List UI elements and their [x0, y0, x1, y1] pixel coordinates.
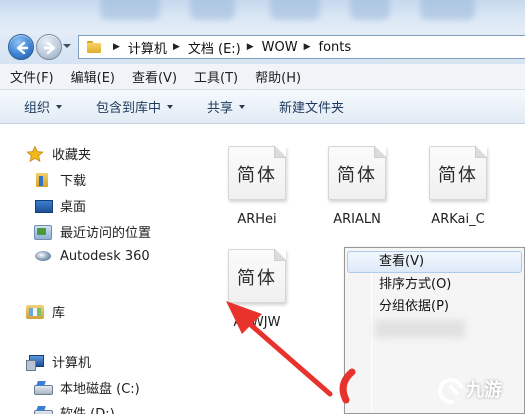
folder-icon: [87, 41, 101, 53]
watermark: 九游: [436, 374, 502, 404]
font-preview-glyph: 简体: [237, 268, 277, 289]
include-in-library-label: 包含到库中: [96, 101, 162, 116]
nav-local-disk-c-label: 本地磁盘 (C:): [60, 382, 140, 397]
window-title-strip: [0, 0, 525, 30]
address-bar[interactable]: ▶ 计算机 ▶ 文档 (E:) ▶ WOW ▶ fonts: [78, 35, 525, 59]
context-menu-blurred-item: [375, 320, 465, 338]
new-folder-button[interactable]: 新建文件夹: [279, 97, 344, 116]
back-button[interactable]: [8, 34, 34, 60]
menu-file[interactable]: 文件(F): [10, 67, 54, 86]
address-row: ▶ 计算机 ▶ 文档 (E:) ▶ WOW ▶ fonts: [0, 30, 525, 64]
context-menu-view[interactable]: 查看(V): [347, 251, 522, 273]
drive-icon: [34, 380, 53, 396]
breadcrumb-wow[interactable]: WOW: [262, 40, 298, 55]
page-fold-icon: [374, 146, 386, 158]
file-name: ARWJW: [233, 315, 281, 330]
font-preview-glyph: 简体: [438, 165, 478, 186]
desktop-icon: [34, 198, 53, 214]
file-name: ARKai_C: [431, 212, 485, 227]
chevron-down-icon: [56, 104, 63, 109]
nav-computer-label: 计算机: [52, 356, 92, 371]
recent-pages-dropdown[interactable]: [63, 44, 71, 48]
star-icon: [26, 145, 44, 162]
arrow-right-icon: [43, 41, 56, 55]
menu-tools[interactable]: 工具(T): [194, 67, 238, 86]
chevron-right-icon[interactable]: ▶: [113, 42, 120, 52]
font-preview-glyph: 简体: [237, 165, 277, 186]
breadcrumb-fonts[interactable]: fonts: [319, 40, 352, 55]
menu-edit[interactable]: 编辑(E): [71, 67, 115, 86]
navigation-pane: 收藏夹 下载 桌面 最近访问的位置 Autodesk 360 库 计算机 本地磁…: [0, 124, 190, 414]
nav-recent-places[interactable]: 最近访问的位置: [34, 222, 151, 241]
arrow-left-icon: [16, 41, 29, 55]
nav-autodesk-360[interactable]: Autodesk 360: [34, 248, 150, 264]
forward-button[interactable]: [36, 34, 62, 60]
file-item[interactable]: 简体 ARIALN: [307, 146, 407, 227]
font-file-icon: 简体: [429, 146, 487, 200]
nav-software-disk-d-label: 软件 (D:): [60, 403, 115, 414]
watermark-logo-icon: [436, 376, 462, 402]
nav-downloads[interactable]: 下载: [34, 170, 86, 189]
recent-places-icon: [34, 224, 52, 240]
page-fold-icon: [274, 146, 286, 158]
nav-libraries[interactable]: 库: [26, 302, 65, 321]
chevron-down-icon: [167, 104, 174, 109]
page-fold-icon: [274, 249, 286, 261]
new-folder-label: 新建文件夹: [279, 101, 345, 116]
share-button[interactable]: 共享: [207, 97, 246, 116]
nav-favorites-label: 收藏夹: [52, 148, 92, 163]
file-name: ARHei: [237, 212, 277, 227]
include-in-library-button[interactable]: 包含到库中: [96, 97, 174, 116]
nav-recent-places-label: 最近访问的位置: [60, 226, 152, 241]
menu-help[interactable]: 帮助(H): [255, 67, 301, 86]
computer-icon: [26, 354, 44, 371]
autodesk-360-icon: [34, 248, 52, 264]
nav-desktop[interactable]: 桌面: [34, 196, 86, 215]
share-label: 共享: [207, 101, 234, 116]
menu-view[interactable]: 查看(V): [132, 67, 177, 86]
nav-desktop-label: 桌面: [60, 200, 87, 215]
organize-button[interactable]: 组织: [24, 97, 63, 116]
file-item[interactable]: 简体 ARHei: [207, 146, 307, 227]
watermark-text: 九游: [466, 380, 502, 401]
font-file-icon: 简体: [228, 146, 286, 200]
nav-downloads-label: 下载: [60, 174, 87, 189]
font-file-icon: 简体: [228, 249, 286, 303]
context-menu-sort-by[interactable]: 排序方式(O): [347, 274, 522, 296]
nav-software-disk-d[interactable]: 软件 (D:): [34, 403, 115, 414]
nav-computer[interactable]: 计算机: [26, 352, 91, 371]
chevron-right-icon[interactable]: ▶: [304, 42, 311, 52]
nav-libraries-label: 库: [52, 306, 66, 321]
organize-label: 组织: [24, 101, 51, 116]
nav-favorites[interactable]: 收藏夹: [26, 144, 91, 163]
font-preview-glyph: 简体: [337, 165, 377, 186]
drive-icon: [34, 405, 53, 414]
nav-autodesk-360-label: Autodesk 360: [60, 248, 150, 264]
breadcrumb-documents-e[interactable]: 文档 (E:): [188, 38, 241, 57]
libraries-icon: [26, 304, 44, 320]
chevron-right-icon[interactable]: ▶: [173, 42, 180, 52]
nav-local-disk-c[interactable]: 本地磁盘 (C:): [34, 378, 140, 397]
chevron-right-icon[interactable]: ▶: [247, 42, 254, 52]
page-fold-icon: [475, 146, 487, 158]
command-bar: 组织 包含到库中 共享 新建文件夹: [0, 90, 525, 124]
menu-bar: 文件(F) 编辑(E) 查看(V) 工具(T) 帮助(H): [0, 64, 525, 90]
downloads-folder-icon: [34, 172, 52, 188]
context-menu-group-by[interactable]: 分组依据(P): [347, 296, 522, 318]
file-item[interactable]: 简体 ARKai_C: [408, 146, 508, 227]
breadcrumb-computer[interactable]: 计算机: [128, 38, 167, 57]
chevron-down-icon: [239, 104, 246, 109]
file-item[interactable]: 简体 ARWJW: [207, 249, 307, 330]
font-file-icon: 简体: [328, 146, 386, 200]
file-name: ARIALN: [333, 212, 381, 227]
